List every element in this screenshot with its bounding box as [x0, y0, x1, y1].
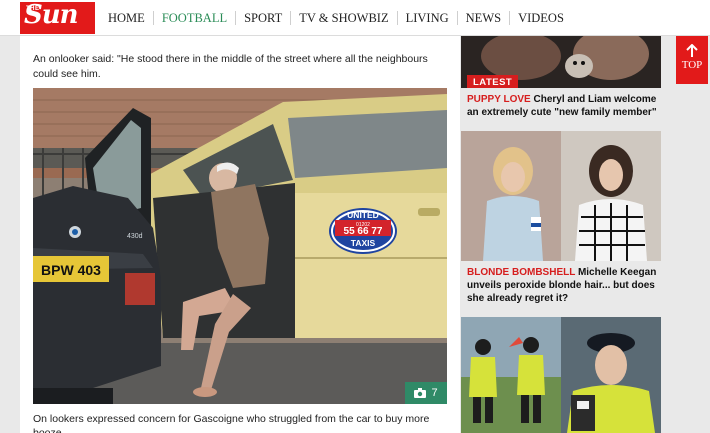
nav-football[interactable]: FOOTBALL — [152, 11, 235, 25]
sidebar-thumb-police[interactable] — [461, 317, 661, 433]
kicker-blonde-bombshell: BLONDE BOMBSHELL — [467, 267, 576, 278]
blonde-bombshell-image — [461, 131, 661, 261]
nav-living[interactable]: LIVING — [396, 11, 457, 25]
article-body: An onlooker said: "He stood there in the… — [20, 36, 460, 433]
site-header: THE Sun HOME FOOTBALL SPORT TV & SHOWBIZ… — [0, 0, 710, 36]
gallery-count: 7 — [431, 387, 438, 399]
kicker-puppy-love: PUPPY LOVE — [467, 94, 531, 105]
article-quote: An onlooker said: "He stood there in the… — [33, 53, 428, 80]
taxi-company-text: UNITED — [347, 210, 379, 220]
model-badge: 430d — [127, 233, 143, 240]
gallery-count-button[interactable]: 7 — [405, 382, 447, 404]
nav-home[interactable]: HOME — [100, 11, 153, 25]
main-nav: HOME FOOTBALL SPORT TV & SHOWBIZ LIVING … — [100, 0, 572, 36]
nav-tv-showbiz[interactable]: TV & SHOWBIZ — [290, 11, 396, 25]
sidebar-headline-2[interactable]: BLONDE BOMBSHELL Michelle Keegan unveils… — [467, 266, 663, 305]
taxi-scene-image: UNITED 01202 55 66 77 TAXIS BPW 403 430d — [33, 88, 447, 404]
page: THE Sun HOME FOOTBALL SPORT TV & SHOWBIZ… — [0, 0, 710, 433]
sidebar-thumb-puppy[interactable]: LATEST — [461, 36, 661, 88]
number-plate: BPW 403 — [41, 262, 101, 278]
logo-sun: Sun — [24, 0, 79, 30]
sidebar-thumb-keegan[interactable] — [461, 131, 661, 261]
police-scene-image — [461, 317, 661, 433]
sidebar: LATEST PUPPY LOVE Cheryl and Liam welcom… — [461, 36, 661, 433]
nav-videos[interactable]: VIDEOS — [509, 11, 572, 25]
sun-logo[interactable]: THE Sun — [20, 0, 95, 34]
back-to-top-label: TOP — [681, 59, 703, 71]
nav-sport[interactable]: SPORT — [235, 11, 290, 25]
camera-icon — [414, 388, 427, 398]
article-photo[interactable]: UNITED 01202 55 66 77 TAXIS BPW 403 430d… — [33, 88, 447, 404]
photo-caption: On lookers expressed concern for Gascoig… — [33, 413, 430, 433]
taxi-phone-text: 55 66 77 — [344, 226, 383, 237]
latest-badge: LATEST — [467, 75, 519, 88]
arrow-up-icon — [686, 44, 698, 57]
nav-news[interactable]: NEWS — [456, 11, 509, 25]
taxi-word-text: TAXIS — [351, 238, 376, 248]
sidebar-headline-1[interactable]: PUPPY LOVE Cheryl and Liam welcome an ex… — [467, 93, 663, 119]
back-to-top-button[interactable]: TOP — [676, 36, 708, 84]
